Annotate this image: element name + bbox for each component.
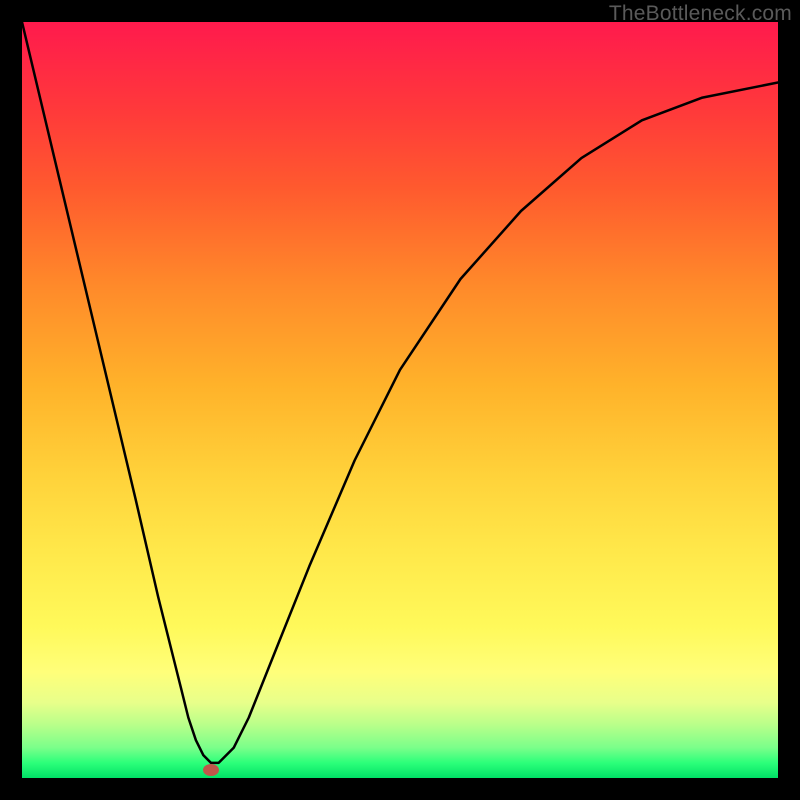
bottleneck-curve	[22, 22, 778, 763]
curve-svg	[22, 22, 778, 778]
chart-frame: TheBottleneck.com	[0, 0, 800, 800]
plot-area	[22, 22, 778, 778]
